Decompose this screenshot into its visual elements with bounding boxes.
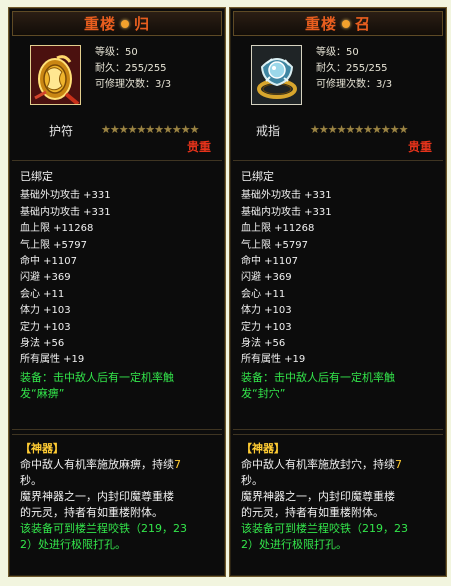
attribute-line: 基础内功攻击 +331 (20, 206, 111, 218)
set-effect-line-2: 发“封穴” (241, 386, 286, 400)
attribute-line: 基础内功攻击 +331 (241, 206, 332, 218)
attribute-line: 定力 +103 (20, 321, 71, 333)
artifact-effect: 命中敌人有机率施放麻痹，持续7 秒。 (20, 457, 220, 489)
item-repair-count: 可修理次数：3/3 (95, 79, 172, 90)
set-effect: 装备：击中敌人后有一定机率触 发“封穴” (241, 370, 431, 400)
item-title-right: 召 (355, 15, 372, 33)
attribute-line: 体力 +103 (241, 305, 292, 317)
attribute-line: 会心 +11 (241, 288, 286, 300)
item-attributes: 已绑定 基础外功攻击 +331 基础内功攻击 +331 血上限 +11268 气… (233, 160, 443, 430)
item-description: 【神器】 命中敌人有机率施放封穴，持续7 秒。 魔界神器之一，内封印魔尊重楼 的元灵… (233, 434, 443, 573)
item-attributes: 已绑定 基础外功攻击 +331 基础内功攻击 +331 血上限 +11268 气… (12, 160, 222, 430)
artifact-effect-line-2: 秒。 (241, 474, 263, 487)
item-rarity: 贵重 (407, 140, 432, 154)
location-line-2: 2）处进行极限打孔。 (241, 538, 347, 551)
artifact-title: 【神器】 (20, 442, 64, 455)
attribute-line: 闪避 +369 (241, 272, 292, 284)
amulet-icon (30, 45, 81, 105)
artifact-effect-line-2: 秒。 (20, 474, 42, 487)
artifact-effect-line-1: 命中敌人有机率施放封穴，持续 (241, 458, 395, 471)
item-type-row: 戒指 ★★★★★★★★★★★ (230, 122, 446, 138)
artifact-effect-duration: 7 (395, 458, 402, 471)
attribute-line: 会心 +11 (20, 288, 65, 300)
lore-line-1: 魔界神器之一，内封印魔尊重楼 (241, 490, 395, 503)
location-text: 该装备可到楼兰程咬铁（219，23 2）处进行极限打孔。 (241, 521, 441, 553)
item-level: 等级：50 (316, 47, 359, 58)
attribute-line: 血上限 +11268 (20, 223, 94, 235)
bound-status: 已绑定 (241, 170, 274, 183)
attribute-line: 定力 +103 (241, 321, 292, 333)
attribute-line: 命中 +1107 (241, 255, 299, 267)
item-durability: 耐久：255/255 (316, 63, 388, 74)
item-title-left: 重楼 (304, 15, 337, 33)
artifact-effect: 命中敌人有机率施放封穴，持续7 秒。 (241, 457, 441, 489)
location-line-1: 该装备可到楼兰程咬铁（219，23 (241, 522, 408, 535)
item-rarity: 贵重 (186, 140, 211, 154)
attribute-line: 基础外功攻击 +331 (20, 190, 111, 202)
attribute-line: 体力 +103 (20, 305, 71, 317)
item-title-bar: 重楼 归 (12, 11, 222, 36)
title-dot-icon (121, 19, 129, 28)
item-tooltip-amulet: 重楼 归 等级：50 耐久：255/255 可修理次数：3/3 护符 ★★★★★… (8, 7, 226, 577)
lore-line-2: 的元灵，持者有如重楼附体。 (241, 506, 384, 519)
ring-icon (251, 45, 302, 105)
title-dot-icon (342, 19, 350, 28)
set-effect-line-1: 装备：击中敌人后有一定机率触 (241, 370, 395, 384)
lore-line-2: 的元灵，持者有如重楼附体。 (20, 506, 163, 519)
item-repair-count: 可修理次数：3/3 (316, 79, 393, 90)
location-line-1: 该装备可到楼兰程咬铁（219，23 (20, 522, 187, 535)
attribute-line: 所有属性 +19 (241, 354, 306, 366)
attribute-line: 气上限 +5797 (241, 239, 309, 251)
lore-text: 魔界神器之一，内封印魔尊重楼 的元灵，持者有如重楼附体。 (20, 489, 220, 521)
item-title-right: 归 (134, 15, 151, 33)
star-rating-icon: ★★★★★★★★★★★ (310, 123, 408, 136)
attribute-line: 闪避 +369 (20, 272, 71, 284)
star-rating-icon: ★★★★★★★★★★★ (101, 123, 199, 136)
item-stats: 等级：50 耐久：255/255 可修理次数：3/3 (95, 45, 171, 93)
attribute-line: 基础外功攻击 +331 (241, 190, 332, 202)
set-effect-line-1: 装备：击中敌人后有一定机率触 (20, 370, 174, 384)
lore-line-1: 魔界神器之一，内封印魔尊重楼 (20, 490, 174, 503)
location-text: 该装备可到楼兰程咬铁（219，23 2）处进行极限打孔。 (20, 521, 220, 553)
attribute-line: 身法 +56 (241, 337, 286, 349)
attribute-line: 身法 +56 (20, 337, 65, 349)
lore-text: 魔界神器之一，内封印魔尊重楼 的元灵，持者有如重楼附体。 (241, 489, 441, 521)
item-durability: 耐久：255/255 (95, 63, 167, 74)
location-line-2: 2）处进行极限打孔。 (20, 538, 126, 551)
tooltip-comparison: 重楼 归 等级：50 耐久：255/255 可修理次数：3/3 护符 ★★★★★… (0, 0, 451, 586)
item-description: 【神器】 命中敌人有机率施放麻痹，持续7 秒。 魔界神器之一，内封印魔尊重楼 的元灵… (12, 434, 222, 573)
artifact-effect-duration: 7 (174, 458, 181, 471)
artifact-effect-line-1: 命中敌人有机率施放麻痹，持续 (20, 458, 174, 471)
item-stats: 等级：50 耐久：255/255 可修理次数：3/3 (316, 45, 392, 93)
item-tooltip-ring: 重楼 召 等级：50 耐久：255/255 可修理次数：3/3 戒指 ★★★★★… (229, 7, 447, 577)
attribute-line: 命中 +1107 (20, 255, 78, 267)
set-effect: 装备：击中敌人后有一定机率触 发“麻痹” (20, 370, 210, 400)
item-type-row: 护符 ★★★★★★★★★★★ (9, 122, 225, 138)
bound-status: 已绑定 (20, 170, 53, 183)
item-type: 护符 (49, 124, 74, 138)
item-level: 等级：50 (95, 47, 138, 58)
set-effect-line-2: 发“麻痹” (20, 386, 65, 400)
attribute-line: 气上限 +5797 (20, 239, 88, 251)
item-type: 戒指 (256, 124, 281, 138)
item-title-bar: 重楼 召 (233, 11, 443, 36)
item-title-left: 重楼 (83, 15, 116, 33)
attribute-line: 血上限 +11268 (241, 223, 315, 235)
attribute-line: 所有属性 +19 (20, 354, 85, 366)
artifact-title: 【神器】 (241, 442, 285, 455)
